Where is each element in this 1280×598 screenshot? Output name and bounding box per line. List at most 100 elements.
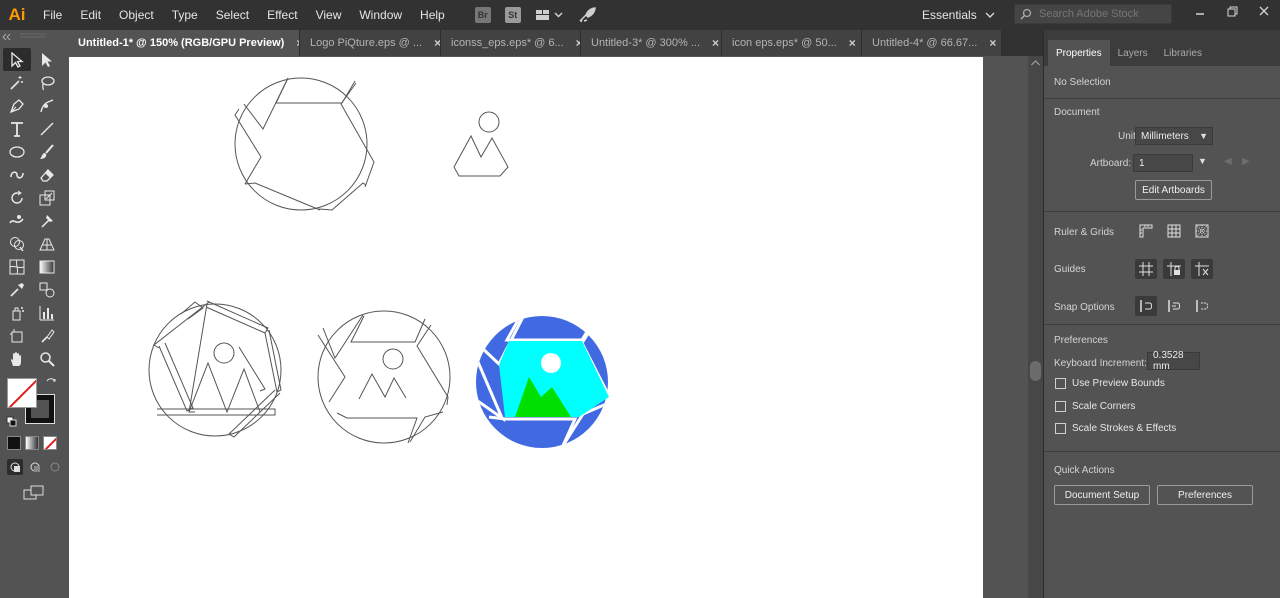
menu-window[interactable]: Window [350,0,411,30]
canvas[interactable] [68,56,1028,598]
keyboard-increment-field[interactable]: 0.3528 mm [1147,350,1200,372]
close-icon[interactable]: × [989,36,996,50]
workspace-switcher[interactable]: Essentials [922,4,995,26]
none-icon[interactable] [43,436,57,450]
magic-wand-tool-icon[interactable] [3,71,31,94]
hand-tool-icon[interactable] [3,347,31,370]
symbol-sprayer-tool-icon[interactable] [3,301,31,324]
ruler-icon[interactable] [1135,221,1157,241]
artboard-field[interactable]: 1 [1133,154,1193,172]
type-tool-icon[interactable] [3,117,31,140]
aperture-overlap-shape[interactable] [148,300,282,438]
tools-panel-header[interactable] [0,30,68,44]
next-artboard-icon[interactable]: ▶ [1242,156,1250,167]
lock-guides-icon[interactable] [1163,259,1185,279]
pen-tool-icon[interactable] [3,94,31,117]
close-icon[interactable]: × [849,36,856,50]
edit-artboards-button[interactable]: Edit Artboards [1135,180,1212,200]
picture-icon-outline[interactable] [453,111,509,177]
show-guides-icon[interactable] [1135,259,1157,279]
gradient-tool-icon[interactable] [33,255,61,278]
tab-logo-piqture[interactable]: Logo PiQture.eps @ ... × [300,30,441,56]
grid-icon[interactable] [1163,221,1185,241]
draw-inside-icon[interactable] [47,459,63,475]
blend-tool-icon[interactable] [33,278,61,301]
default-fill-stroke-icon[interactable] [6,416,18,428]
menu-object[interactable]: Object [110,0,163,30]
direct-selection-tool-icon[interactable] [33,48,61,71]
use-preview-bounds-checkbox[interactable]: Use Preview Bounds [1055,378,1165,389]
artboard[interactable] [69,57,983,598]
menu-effect[interactable]: Effect [258,0,306,30]
stock-icon[interactable]: St [502,4,524,26]
menu-view[interactable]: View [307,0,351,30]
line-segment-tool-icon[interactable] [33,117,61,140]
tab-untitled-4[interactable]: Untitled-4* @ 66.67... × [862,30,1002,56]
close-icon[interactable]: × [712,36,719,50]
menu-file[interactable]: File [34,0,71,30]
minimize-button[interactable] [1184,0,1216,22]
snap-to-pixel-icon[interactable] [1191,296,1213,316]
scroll-up-icon[interactable] [1031,60,1040,66]
arrange-documents-icon[interactable] [532,4,568,26]
aperture-clean-outline-shape[interactable] [317,310,451,444]
warp-tool-icon[interactable] [3,209,31,232]
puppet-warp-tool-icon[interactable] [33,209,61,232]
shape-builder-tool-icon[interactable] [3,232,31,255]
scale-tool-icon[interactable] [33,186,61,209]
perspective-grid-tool-icon[interactable] [33,232,61,255]
curvature-tool-icon[interactable] [33,94,61,117]
menu-help[interactable]: Help [411,0,454,30]
zoom-tool-icon[interactable] [33,347,61,370]
tab-libraries[interactable]: Libraries [1156,40,1210,66]
eraser-tool-icon[interactable] [33,163,61,186]
mesh-tool-icon[interactable] [3,255,31,278]
scale-corners-checkbox[interactable]: Scale Corners [1055,401,1135,412]
aperture-logo-colored[interactable] [472,313,617,452]
artboard-tool-icon[interactable] [3,324,31,347]
document-setup-button[interactable]: Document Setup [1054,485,1150,505]
slice-tool-icon[interactable] [33,324,61,347]
menu-select[interactable]: Select [207,0,258,30]
gradient-icon[interactable] [25,436,39,450]
rotate-tool-icon[interactable] [3,186,31,209]
swap-fill-stroke-icon[interactable] [45,377,57,389]
previous-artboard-icon[interactable]: ◀ [1224,156,1232,167]
eyedropper-tool-icon[interactable] [3,278,31,301]
chevron-down-icon[interactable]: ▼ [1198,156,1207,166]
vertical-scrollbar[interactable] [1028,56,1043,598]
shaper-tool-icon[interactable] [3,163,31,186]
paintbrush-tool-icon[interactable] [33,140,61,163]
smart-guides-icon[interactable] [1191,259,1213,279]
units-dropdown[interactable]: Millimeters ▼ [1135,127,1213,145]
tab-untitled-1[interactable]: Untitled-1* @ 150% (RGB/GPU Preview) × [68,30,300,56]
tab-iconss-eps[interactable]: iconss_eps.eps* @ 6... × [441,30,581,56]
close-window-button[interactable] [1248,0,1280,22]
screen-mode-button[interactable] [23,485,63,504]
draw-normal-icon[interactable] [7,459,23,475]
ellipse-tool-icon[interactable] [3,140,31,163]
tab-layers[interactable]: Layers [1110,40,1156,66]
stock-search-input[interactable] [1039,8,1169,20]
draw-behind-icon[interactable] [27,459,43,475]
snap-to-grid-icon[interactable] [1163,296,1185,316]
selection-tool-icon[interactable] [3,48,31,71]
tab-properties[interactable]: Properties [1048,40,1110,66]
scale-strokes-effects-checkbox[interactable]: Scale Strokes & Effects [1055,423,1176,434]
fill-swatch-front[interactable] [7,378,37,408]
bridge-icon[interactable]: Br [472,4,494,26]
column-graph-tool-icon[interactable] [33,301,61,324]
tab-untitled-3[interactable]: Untitled-3* @ 300% ... × [581,30,722,56]
restore-button[interactable] [1216,0,1248,22]
pixel-grid-icon[interactable] [1191,221,1213,241]
gpu-performance-icon[interactable] [576,4,598,26]
color-icon[interactable] [7,436,21,450]
menu-edit[interactable]: Edit [71,0,110,30]
preferences-button[interactable]: Preferences [1157,485,1253,505]
close-icon[interactable]: × [434,36,440,50]
aperture-outline-shape[interactable] [234,77,375,211]
tab-icon-eps[interactable]: icon eps.eps* @ 50... × [722,30,862,56]
stock-search-box[interactable] [1014,4,1172,24]
scroll-thumb[interactable] [1030,361,1041,381]
lasso-tool-icon[interactable] [33,71,61,94]
